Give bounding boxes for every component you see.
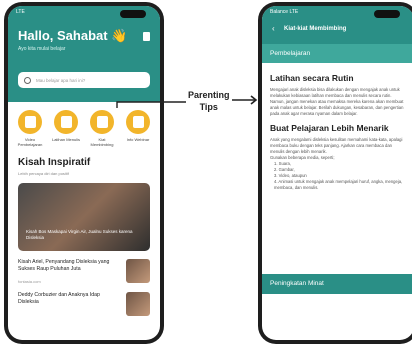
right-phone: Balance LTE ‹ Kiat-kiat Membimbing Pembe… bbox=[258, 2, 412, 344]
page-title: Kiat-kiat Membimbing bbox=[284, 26, 347, 32]
camera-notch bbox=[374, 10, 400, 18]
tip-heading: Buat Pelajaran Lebih Menarik bbox=[270, 123, 389, 133]
tip-paragraph: Anak yang mengalami disleksia kesulitan … bbox=[270, 137, 403, 154]
section-band-peningkatan[interactable]: Peningkatan Minat bbox=[262, 274, 412, 294]
tips-content: Latihan secara Rutin Mengajari anak disl… bbox=[262, 63, 412, 195]
back-arrow-icon[interactable]: ‹ bbox=[272, 24, 275, 33]
tips-screen: Balance LTE ‹ Kiat-kiat Membimbing Pembe… bbox=[262, 6, 412, 340]
connector-line bbox=[116, 101, 186, 108]
tip-heading: Latihan secara Rutin bbox=[270, 73, 354, 83]
tip-paragraph: Mengajari anak disleksia bisa dilakukan … bbox=[270, 87, 404, 116]
tip-list-item: 4. Animasi untuk mengajak anak mempelaja… bbox=[274, 179, 403, 190]
tips-header: Balance LTE ‹ Kiat-kiat Membimbing bbox=[262, 6, 412, 44]
section-band-pembelajaran[interactable]: Pembelajaran bbox=[262, 44, 412, 63]
status-carrier: Balance LTE bbox=[270, 9, 299, 15]
